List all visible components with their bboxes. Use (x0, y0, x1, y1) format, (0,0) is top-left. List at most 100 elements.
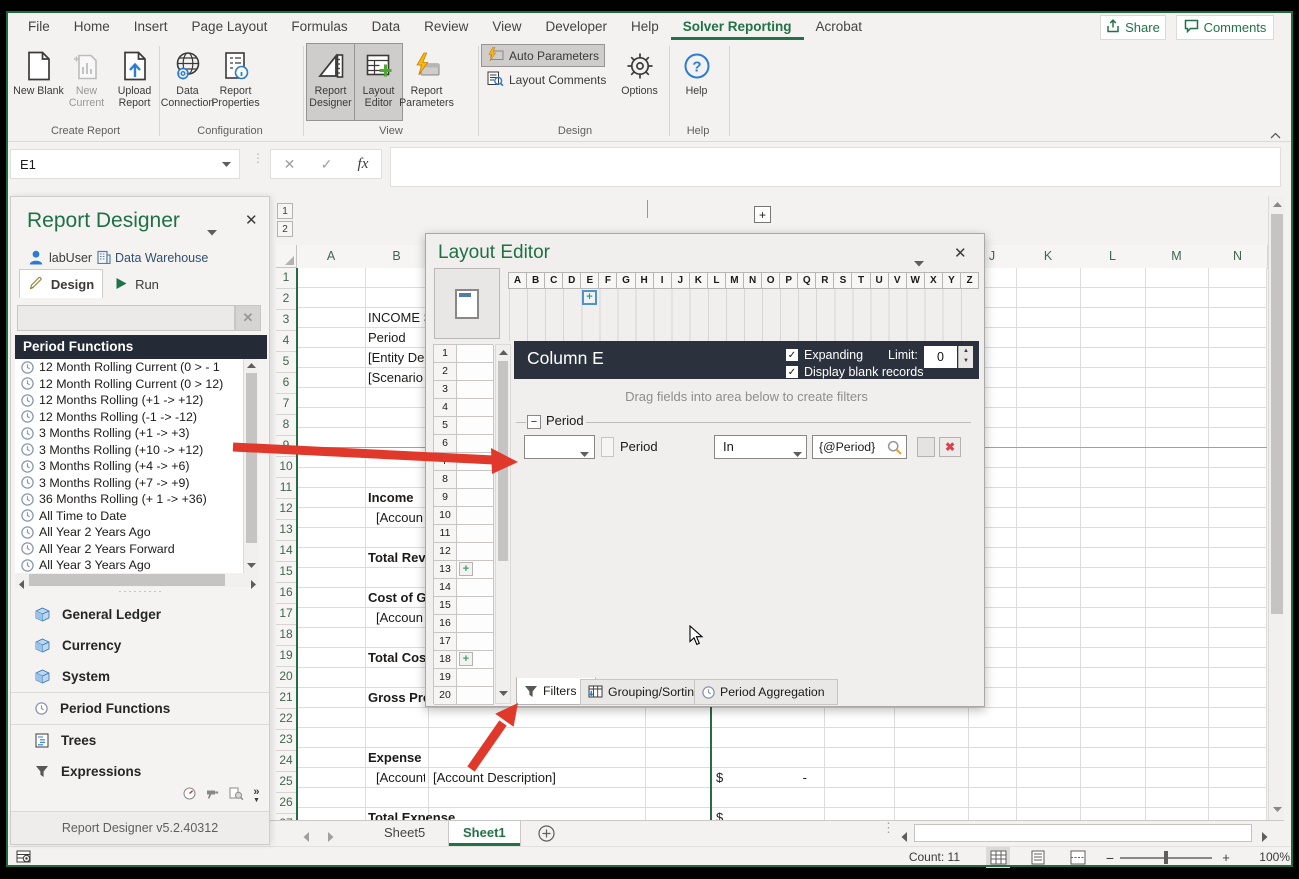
layout-column-f[interactable]: F (598, 272, 617, 289)
row-header-3[interactable]: 3 (276, 310, 297, 331)
row-cell[interactable] (457, 579, 494, 597)
row-cell[interactable]: + (457, 561, 494, 579)
row-cell[interactable] (457, 471, 494, 489)
dialog-close-icon[interactable]: ✕ (954, 244, 967, 262)
layout-editor-button[interactable]: Layout Editor (354, 43, 403, 121)
drill-to-icon[interactable] (206, 787, 219, 805)
layout-column-o[interactable]: O (761, 272, 780, 289)
period-function-item[interactable]: 12 Month Rolling Current (0 > - 1 (15, 359, 243, 376)
period-function-item[interactable]: All Year 2 Years Ago (15, 524, 243, 541)
filter-operator-dropdown[interactable]: In (714, 435, 807, 459)
layout-comments-button[interactable]: Layout Comments (481, 68, 612, 91)
display-blank-checkbox[interactable]: ✓ (786, 366, 798, 378)
layout-column-e[interactable]: E (580, 272, 599, 289)
scroll-down-icon[interactable] (499, 691, 508, 697)
row-header-21[interactable]: 21 (276, 688, 297, 709)
period-function-item[interactable]: 3 Months Rolling (+1 -> +3) (15, 425, 243, 442)
hscroll-track[interactable] (912, 823, 1256, 844)
pane-tab-design[interactable]: Design (19, 269, 103, 298)
layout-row-6[interactable]: 6 (434, 435, 494, 453)
period-function-item[interactable]: 36 Months Rolling (+ 1 -> +36) (15, 491, 243, 508)
confirm-entry-icon[interactable]: ✓ (321, 156, 333, 173)
zoom-slider-thumb[interactable] (1164, 851, 1168, 864)
row-cell[interactable] (457, 381, 494, 399)
layout-column-s[interactable]: S (833, 272, 852, 289)
module-section-currency[interactable]: Currency (11, 630, 271, 661)
module-section-expressions[interactable]: Expressions (11, 756, 271, 787)
column-header-a[interactable]: A (297, 245, 366, 269)
layout-row-13[interactable]: 13+ (434, 561, 494, 579)
layout-column-z[interactable]: Z (960, 272, 979, 289)
cell-mode-icon[interactable] (16, 850, 31, 868)
name-box[interactable]: E1 (10, 149, 240, 179)
preview-icon[interactable] (229, 787, 243, 805)
more-tools-icon[interactable]: »▼ (253, 789, 260, 804)
layout-row-1[interactable]: 1 (434, 345, 494, 363)
column-header-n[interactable]: N (1208, 245, 1268, 269)
filter-field-dropdown[interactable] (524, 435, 595, 459)
filter-group-collapse-button[interactable]: − (527, 415, 541, 429)
layout-column-r[interactable]: R (815, 272, 834, 289)
row-header-7[interactable]: 7 (276, 394, 297, 415)
layout-column-headers[interactable]: ABCDEFGHIJKLMNOPQRSTUVWXYZ (509, 271, 979, 289)
row-header-11[interactable]: 11 (276, 478, 297, 499)
pane-search-input[interactable] (17, 305, 235, 331)
grid-vertical-scrollbar[interactable] (1268, 196, 1284, 820)
formula-bar-separator[interactable]: ⋮ (252, 155, 255, 173)
row-header-25[interactable]: 25 (276, 772, 297, 793)
layout-column-u[interactable]: U (870, 272, 889, 289)
period-function-item[interactable]: 12 Month Rolling Current (0 > 12) (15, 376, 243, 393)
row-cell[interactable] (457, 615, 494, 633)
insert-function-icon[interactable]: fx (358, 156, 369, 173)
layout-row-7[interactable]: 7 (434, 453, 494, 471)
dialog-tab-grouping-sorting[interactable]: Grouping/Sorting (580, 679, 708, 705)
zoom-level-label[interactable]: 100% (1244, 847, 1290, 868)
period-function-item[interactable]: 3 Months Rolling (+4 -> +6) (15, 458, 243, 475)
row-cell[interactable] (457, 633, 494, 651)
list-vertical-scrollbar[interactable] (243, 359, 259, 573)
ribbon-tab-acrobat[interactable]: Acrobat (804, 14, 875, 40)
scroll-up-icon[interactable] (1271, 198, 1283, 210)
layout-row-3[interactable]: 3 (434, 381, 494, 399)
row-header-2[interactable]: 2 (276, 289, 297, 310)
module-section-trees[interactable]: Trees (11, 724, 271, 756)
row-header-16[interactable]: 16 (276, 583, 297, 604)
column-header-l[interactable]: L (1080, 245, 1146, 269)
layout-row-15[interactable]: 15 (434, 597, 494, 615)
ribbon-tab-help[interactable]: Help (619, 14, 671, 40)
row-header-10[interactable]: 10 (276, 457, 297, 478)
scroll-up-icon[interactable] (247, 362, 256, 368)
limit-stepper[interactable]: ▲▼ (958, 346, 973, 368)
row-header-27[interactable]: 27 (276, 814, 297, 820)
layout-row-5[interactable]: 5 (434, 417, 494, 435)
row-header-6[interactable]: 6 (276, 373, 297, 394)
dialog-tab-period-aggregation[interactable]: Period Aggregation (694, 679, 838, 705)
page-layout-view-button[interactable] (1026, 847, 1050, 868)
scroll-thumb[interactable] (246, 373, 257, 543)
layout-row-17[interactable]: 17 (434, 633, 494, 651)
filter-delete-button[interactable]: ✖ (939, 437, 961, 457)
ribbon-tab-view[interactable]: View (480, 14, 533, 40)
zoom-in-button[interactable]: + (1218, 847, 1234, 868)
layout-column-m[interactable]: M (725, 272, 744, 289)
dialog-menu-icon[interactable] (914, 254, 924, 272)
report-properties-button[interactable]: Report Properties (211, 43, 260, 121)
layout-column-j[interactable]: J (671, 272, 690, 289)
hscroll-left-icon[interactable] (900, 829, 907, 847)
pane-menu-icon[interactable] (207, 223, 217, 241)
layout-column-w[interactable]: W (906, 272, 925, 289)
row-header-17[interactable]: 17 (276, 604, 297, 625)
hscroll-thumb[interactable] (914, 824, 1252, 842)
name-box-dropdown-icon[interactable] (222, 155, 239, 173)
layout-column-q[interactable]: Q (797, 272, 816, 289)
row-header-20[interactable]: 20 (276, 667, 297, 688)
row-header-4[interactable]: 4 (276, 331, 297, 352)
row-header-5[interactable]: 5 (276, 352, 297, 373)
data-connection-button[interactable]: Data Connection (163, 43, 212, 121)
period-function-item[interactable]: All Year 2 Years Forward (15, 541, 243, 558)
module-section-general-ledger[interactable]: General Ledger (11, 599, 271, 630)
layout-column-y[interactable]: Y (942, 272, 961, 289)
layout-row-18[interactable]: 18+ (434, 651, 494, 669)
upload-report-button[interactable]: Upload Report (110, 43, 159, 121)
layout-column-d[interactable]: D (562, 272, 581, 289)
